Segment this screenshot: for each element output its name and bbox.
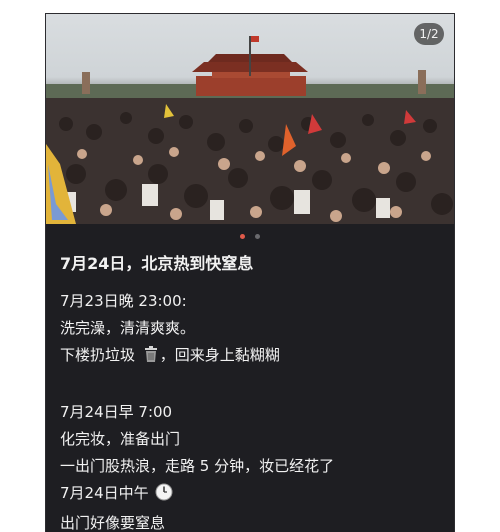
carousel-dot-active[interactable] xyxy=(240,234,246,239)
photo-illustration xyxy=(46,36,454,224)
clock-icon xyxy=(155,483,173,510)
post-content: 7月24日，北京热到快窒息 7月23日晚 23:00: 洗完澡，清清爽爽。 下楼… xyxy=(60,252,440,532)
trash-can-icon xyxy=(142,345,160,372)
post-card: 1/2 7月24日，北京热到快窒息 7月23日晚 23:00: 洗完澡，清清爽爽… xyxy=(46,14,454,532)
post-line: 洗完澡，清清爽爽。 xyxy=(60,319,196,337)
post-photo-crowd[interactable]: 1/2 xyxy=(46,14,454,224)
post-line-trash: 下楼扔垃圾 ，回来身上黏糊糊 xyxy=(60,342,440,372)
post-title: 7月24日，北京热到快窒息 xyxy=(60,254,254,273)
post-line: 7月24日早 7:00 xyxy=(60,403,173,421)
carousel-indicator xyxy=(46,234,454,240)
post-line-clock: 7月24日中午 xyxy=(60,480,440,510)
post-line-text: 下楼扔垃圾 xyxy=(60,346,136,364)
post-line-blank xyxy=(60,372,440,399)
carousel-dot[interactable] xyxy=(254,234,260,239)
post-line: 7月23日晚 23:00: xyxy=(60,292,187,310)
post-line-text: 7月24日中午 xyxy=(60,484,149,502)
image-counter-badge: 1/2 xyxy=(414,23,444,45)
post-line: 一出门股热浪，走路 5 分钟，妆已经花了 xyxy=(60,457,335,475)
post-line: 出门好像要窒息 xyxy=(60,514,166,532)
post-line: 化完妆，准备出门 xyxy=(60,430,181,448)
post-line-text: ，回来身上黏糊糊 xyxy=(159,346,280,364)
